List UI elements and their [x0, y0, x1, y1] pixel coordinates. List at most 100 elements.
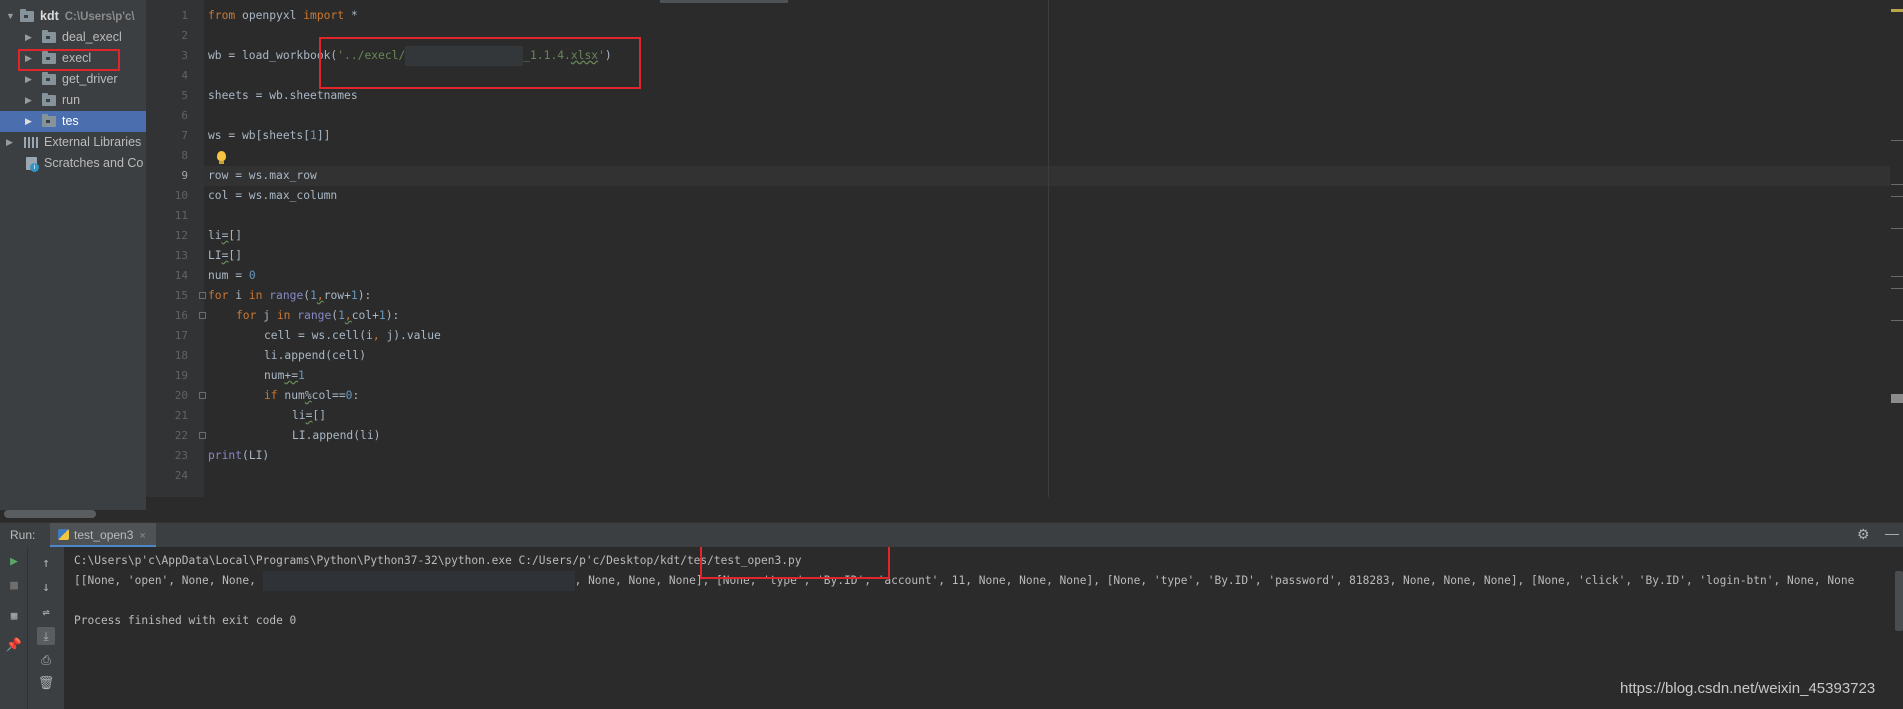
line-number: 5: [181, 89, 188, 102]
run-header: Run: test_open3 × ⚙ —: [0, 523, 1903, 547]
run-tab-test-open3[interactable]: test_open3 ×: [50, 523, 156, 547]
minimize-icon[interactable]: —: [1885, 525, 1899, 541]
error-stripe-mark[interactable]: [1891, 276, 1903, 277]
code-line-19: num+=1: [264, 369, 305, 382]
code-line-15: for i in range(1,row+1):: [208, 289, 372, 302]
line-number: 16: [174, 309, 188, 322]
tree-external-libraries[interactable]: ▶ External Libraries: [0, 132, 146, 153]
tree-folder-label: run: [62, 93, 81, 107]
collapsed-arrow-icon[interactable]: ▶: [25, 27, 32, 48]
editor-gutter: 1 2 3 4 5 6 7 8 9 10 11 12 13 14 15 16 1…: [146, 0, 206, 497]
line-number: 2: [181, 29, 188, 42]
stop-icon[interactable]: ■: [5, 577, 23, 595]
line-number: 19: [174, 369, 188, 382]
scratches-label: Scratches and Co: [44, 156, 144, 170]
line-number: 14: [174, 269, 188, 282]
line-number: 22: [174, 429, 188, 442]
line-number: 15: [174, 289, 188, 302]
code-line-21: li=[]: [292, 409, 327, 422]
line-number: 6: [181, 109, 188, 122]
console-command-line: C:\Users\p'c\AppData\Local\Programs\Pyth…: [74, 554, 802, 567]
tree-folder-run[interactable]: ▶ run: [0, 90, 146, 111]
warning-stripe-icon[interactable]: [1891, 9, 1903, 12]
line-number: 11: [174, 209, 188, 222]
run-toolbar-secondary: ↑ ↓ ⇌ ⤓ ⎙ 🗑: [27, 547, 64, 709]
arrow-down-icon[interactable]: ↓: [37, 579, 55, 597]
line-number: 18: [174, 349, 188, 362]
folder-icon: [20, 9, 34, 22]
line-number: 3: [181, 49, 188, 62]
collapsed-arrow-icon[interactable]: ▶: [25, 111, 32, 132]
collapsed-arrow-icon[interactable]: ▶: [25, 90, 32, 111]
line-number: 23: [174, 449, 188, 462]
scratches-badge-icon: i: [30, 163, 39, 172]
scroll-to-end-icon[interactable]: ⤓: [37, 627, 55, 645]
line-number: 1: [181, 9, 188, 22]
code-line-14: num = 0: [208, 269, 256, 282]
line-number: 24: [174, 469, 188, 482]
tree-folder-deal-execl[interactable]: ▶ deal_execl: [0, 27, 146, 48]
pin-icon[interactable]: 📌: [5, 637, 23, 655]
line-number: 17: [174, 329, 188, 342]
error-stripe-mark[interactable]: [1891, 140, 1903, 141]
tree-folder-get-driver[interactable]: ▶ get_driver: [0, 69, 146, 90]
error-stripe-mark[interactable]: [1891, 228, 1903, 229]
tab-strip-edge: [660, 0, 788, 3]
error-stripe-mark[interactable]: [1891, 196, 1903, 197]
code-line-16: for j in range(1,col+1):: [236, 309, 400, 322]
line-number: 10: [174, 189, 188, 202]
lightbulb-icon[interactable]: [217, 151, 226, 164]
error-stripe-mark[interactable]: [1891, 184, 1903, 185]
error-stripe-mark[interactable]: [1891, 320, 1903, 321]
tree-folder-label: deal_execl: [62, 30, 122, 44]
soft-wrap-icon[interactable]: ⇌: [37, 603, 55, 621]
error-stripe-mark[interactable]: [1891, 288, 1903, 289]
blurred-output: x: [262, 571, 575, 591]
caret-line-highlight: [204, 166, 1897, 186]
rerun-icon[interactable]: ▶: [5, 553, 23, 571]
editor-scrollbar[interactable]: [1890, 0, 1903, 497]
close-icon[interactable]: ×: [139, 530, 145, 542]
gear-icon[interactable]: ⚙: [1857, 526, 1870, 543]
run-tool-window: Run: test_open3 × ⚙ — ▶ ■ ▦ 📌 ↑ ↓ ⇌ ⤓ ⎙ 🗑…: [0, 522, 1903, 709]
code-line-1: from openpyxl import *: [208, 9, 358, 22]
line-number: 21: [174, 409, 188, 422]
run-toolbar-primary: ▶ ■ ▦ 📌: [0, 547, 27, 709]
python-file-icon: [58, 529, 69, 540]
code-editor[interactable]: from openpyxl import * wb = load_workboo…: [204, 0, 1897, 497]
libraries-icon: [24, 137, 38, 148]
code-line-17: cell = ws.cell(i, j).value: [264, 329, 441, 342]
tree-root-kdt[interactable]: ▼ kdt C:\Users\p'c\: [0, 6, 146, 27]
code-line-13: LI=[]: [208, 249, 243, 262]
console-scrollbar[interactable]: [1895, 571, 1903, 631]
collapsed-arrow-icon[interactable]: ▶: [6, 132, 13, 153]
tree-root-label: kdt C:\Users\p'c\: [40, 9, 135, 23]
arrow-up-icon[interactable]: ↑: [37, 555, 55, 573]
code-line-23: print(LI): [208, 449, 270, 462]
line-number: 12: [174, 229, 188, 242]
tree-scratches[interactable]: i Scratches and Co: [0, 153, 146, 174]
console-result-line: [[None, 'open', None, None, x, None, Non…: [74, 571, 1854, 591]
annotation-box-execl: [18, 49, 120, 71]
tree-root-path: C:\Users\p'c\: [64, 11, 135, 23]
trash-icon[interactable]: 🗑: [37, 675, 55, 693]
line-number: 4: [181, 69, 188, 82]
layout-icon[interactable]: ▦: [5, 607, 23, 625]
annotation-box-script-path: [700, 547, 890, 579]
expanded-arrow-icon[interactable]: ▼: [6, 6, 15, 27]
line-number: 13: [174, 249, 188, 262]
watermark: https://blog.csdn.net/weixin_45393723: [1620, 680, 1876, 697]
tree-folder-label: tes: [62, 114, 79, 128]
error-stripe-mark[interactable]: [1891, 394, 1903, 403]
annotation-box-load-workbook: [319, 37, 641, 89]
code-line-9: row = ws.max_row: [208, 169, 317, 182]
collapsed-arrow-icon[interactable]: ▶: [25, 69, 32, 90]
run-title: Run:: [10, 528, 36, 542]
console-exit-line: Process finished with exit code 0: [74, 614, 297, 627]
line-number: 20: [174, 389, 188, 402]
project-tree-scrollbar[interactable]: [4, 510, 96, 518]
tree-folder-tes[interactable]: ▶ tes: [0, 111, 146, 132]
folder-icon: [42, 93, 56, 106]
folder-icon: [42, 30, 56, 43]
print-icon[interactable]: ⎙: [37, 651, 55, 669]
